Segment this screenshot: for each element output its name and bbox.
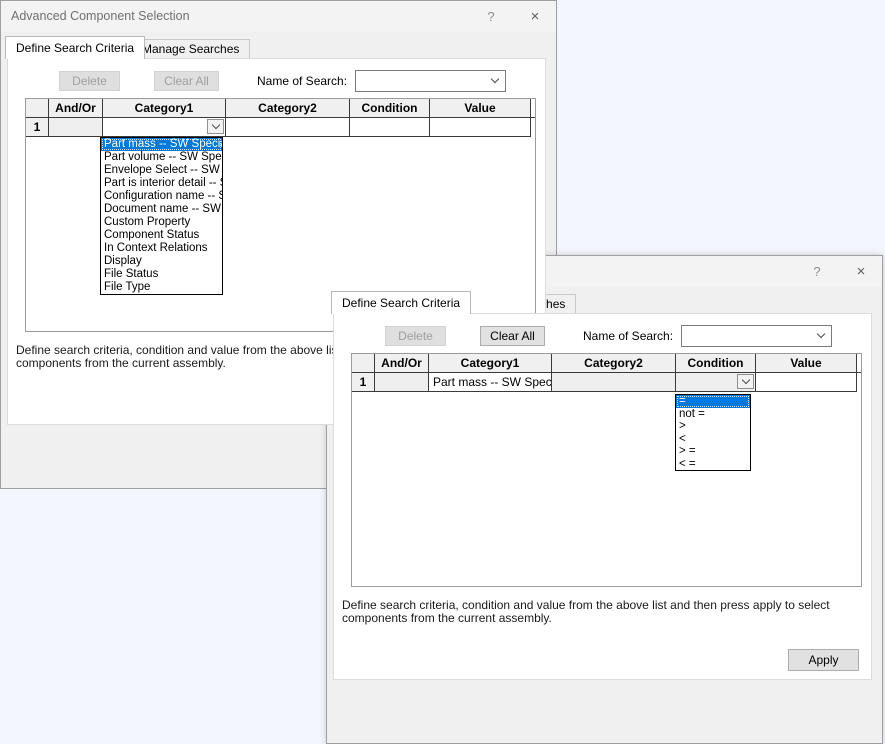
header-row-number xyxy=(26,99,49,118)
row-spacer xyxy=(857,373,861,392)
tab-manage-searches[interactable]: Manage Searches xyxy=(131,39,250,58)
header-spacer xyxy=(857,354,861,373)
condition-cell[interactable] xyxy=(350,118,430,137)
chevron-down-icon[interactable] xyxy=(811,326,831,346)
tab-define-search-criteria[interactable]: Define Search Criteria xyxy=(331,291,471,314)
category1-dropdown-list: Part mass -- SW Special Part volume -- S… xyxy=(100,137,223,295)
apply-button[interactable]: Apply xyxy=(788,649,859,671)
header-category1: Category1 xyxy=(103,99,226,118)
header-row-number xyxy=(352,354,375,373)
criteria-grid: And/Or Category1 Category2 Condition Val… xyxy=(351,353,862,587)
dropdown-option[interactable]: Part mass -- SW Special xyxy=(101,138,222,151)
dropdown-option[interactable]: In Context Relations xyxy=(101,242,222,255)
dropdown-option[interactable]: > = xyxy=(676,445,750,458)
grid-row-1: 1 xyxy=(26,118,535,137)
dropdown-option[interactable]: Envelope Select -- SW Special xyxy=(101,164,222,177)
dropdown-option[interactable]: > xyxy=(676,420,750,433)
tab-define-search-criteria[interactable]: Define Search Criteria xyxy=(5,36,145,59)
condition-cell-value xyxy=(676,375,680,389)
instruction-text-line2: components from the current assembly. xyxy=(342,611,552,625)
dropdown-option[interactable]: < xyxy=(676,433,750,446)
grid-row-1: 1 Part mass -- SW Special xyxy=(352,373,861,392)
chevron-down-icon[interactable] xyxy=(737,374,754,389)
header-category1: Category1 xyxy=(429,354,552,373)
header-condition: Condition xyxy=(350,99,430,118)
row-spacer xyxy=(531,118,535,137)
chevron-down-icon[interactable] xyxy=(207,119,224,134)
row-number-cell: 1 xyxy=(26,118,49,137)
row-number-cell: 1 xyxy=(352,373,375,392)
category2-cell[interactable] xyxy=(552,373,676,392)
dropdown-option[interactable]: File Status xyxy=(101,268,222,281)
header-category2: Category2 xyxy=(226,99,350,118)
grid-header-row: And/Or Category1 Category2 Condition Val… xyxy=(352,354,861,373)
header-condition: Condition xyxy=(676,354,756,373)
dropdown-option[interactable]: Part is interior detail -- SW Special xyxy=(101,177,222,190)
help-icon[interactable]: ? xyxy=(478,5,504,28)
category1-cell-value xyxy=(103,120,107,134)
instruction-text-line2: components from the current assembly. xyxy=(16,356,226,370)
dropdown-option[interactable]: File Type xyxy=(101,281,222,294)
clear-all-button[interactable]: Clear All xyxy=(154,71,219,91)
dropdown-option[interactable]: Part volume -- SW Special xyxy=(101,151,222,164)
dialog-title: Advanced Component Selection xyxy=(11,9,190,23)
condition-combobox-cell[interactable] xyxy=(676,373,756,392)
dropdown-option[interactable]: Display xyxy=(101,255,222,268)
dropdown-option[interactable]: Document name -- SW Special xyxy=(101,203,222,216)
chevron-down-icon[interactable] xyxy=(485,71,505,91)
title-bar: Advanced Component Selection ? × xyxy=(1,1,556,32)
tab-page: Delete Clear All Name of Search: And/Or … xyxy=(333,313,872,680)
header-value: Value xyxy=(756,354,857,373)
clear-all-button[interactable]: Clear All xyxy=(480,326,545,346)
name-of-search-combobox[interactable] xyxy=(355,70,506,92)
value-cell[interactable] xyxy=(756,373,857,392)
dropdown-option[interactable]: Configuration name -- SW Special xyxy=(101,190,222,203)
dropdown-option[interactable]: not = xyxy=(676,408,750,421)
instruction-text-line1: Define search criteria, condition and va… xyxy=(342,598,830,612)
advanced-component-selection-dialog-front: Advanced Component Selection ? × Define … xyxy=(326,255,883,744)
close-icon[interactable]: × xyxy=(522,5,548,28)
header-value: Value xyxy=(430,99,531,118)
dropdown-option[interactable]: = xyxy=(676,395,750,408)
name-of-search-label: Name of Search: xyxy=(257,74,347,88)
and-or-cell[interactable] xyxy=(49,118,103,137)
header-spacer xyxy=(531,99,535,118)
help-icon[interactable]: ? xyxy=(804,260,830,283)
condition-dropdown-list: = not = > < > = < = xyxy=(675,394,751,471)
grid-header-row: And/Or Category1 Category2 Condition Val… xyxy=(26,99,535,118)
category1-combobox-cell[interactable] xyxy=(103,118,226,137)
dropdown-option[interactable]: < = xyxy=(676,458,750,471)
dropdown-option[interactable]: Custom Property xyxy=(101,216,222,229)
delete-button[interactable]: Delete xyxy=(385,326,446,346)
name-of-search-label: Name of Search: xyxy=(583,329,673,343)
category2-cell[interactable] xyxy=(226,118,350,137)
dropdown-option[interactable]: Component Status xyxy=(101,229,222,242)
header-and-or: And/Or xyxy=(49,99,103,118)
close-icon[interactable]: × xyxy=(848,260,874,283)
header-category2: Category2 xyxy=(552,354,676,373)
value-cell[interactable] xyxy=(430,118,531,137)
delete-button[interactable]: Delete xyxy=(59,71,120,91)
header-and-or: And/Or xyxy=(375,354,429,373)
name-of-search-combobox[interactable] xyxy=(681,325,832,347)
and-or-cell[interactable] xyxy=(375,373,429,392)
category1-cell[interactable]: Part mass -- SW Special xyxy=(429,373,552,392)
